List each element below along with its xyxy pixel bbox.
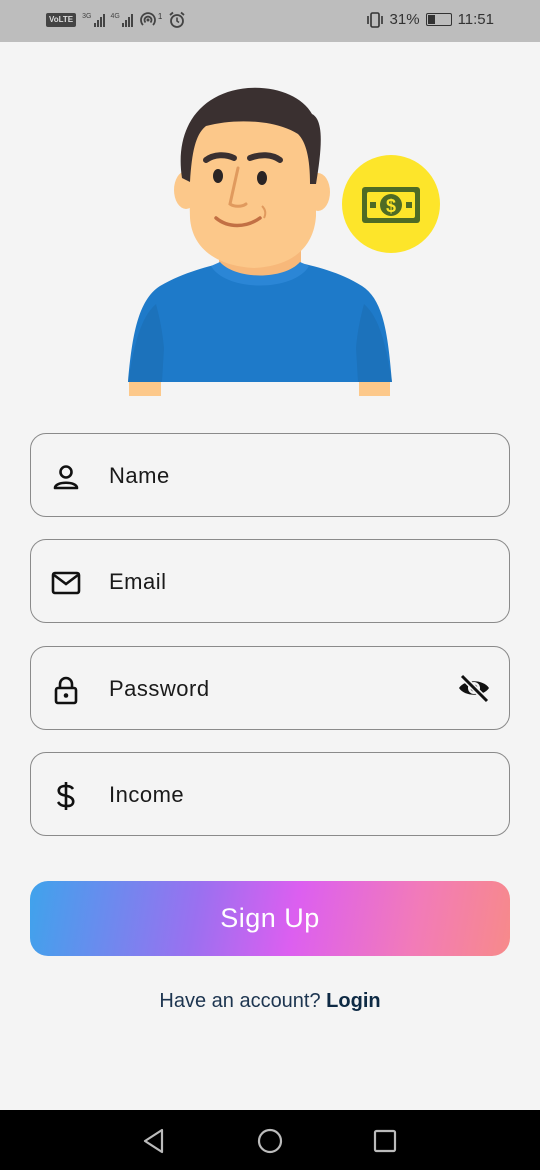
svg-text:$: $ — [386, 196, 396, 216]
dollar-bill-icon: $ — [362, 187, 420, 223]
hotspot-icon — [140, 12, 156, 26]
income-field[interactable] — [30, 752, 510, 836]
email-field[interactable] — [30, 539, 510, 623]
email-input[interactable] — [109, 560, 439, 604]
hotspot-count: 1 — [157, 11, 163, 21]
home-icon[interactable] — [256, 1127, 284, 1155]
recents-icon[interactable] — [371, 1127, 399, 1155]
system-nav-bar — [0, 1110, 540, 1170]
login-link[interactable]: Login — [326, 990, 380, 1012]
lock-icon — [54, 676, 78, 705]
battery-icon — [425, 13, 452, 26]
volte-icon: VoLTE — [46, 13, 77, 27]
clock-time: 11:51 — [457, 11, 494, 28]
visibility-off-icon[interactable] — [457, 673, 491, 703]
mail-icon — [51, 571, 81, 595]
status-right: 31% 11:51 — [366, 11, 494, 28]
status-bar: VoLTE 3G 4G 1 31% 11:51 — [0, 0, 540, 42]
income-input[interactable] — [109, 773, 439, 817]
person-icon — [53, 465, 79, 490]
alarm-icon — [169, 11, 185, 28]
battery-percent: 31% — [389, 11, 420, 28]
signal-3g-icon: 3G — [82, 13, 105, 27]
password-field[interactable] — [30, 646, 510, 730]
have-account-row: Have an account? Login — [0, 990, 540, 1013]
status-left: VoLTE 3G 4G 1 — [46, 11, 186, 29]
name-field[interactable] — [30, 433, 510, 517]
signal-4g-icon: 4G — [111, 13, 133, 27]
signup-button[interactable]: Sign Up — [30, 881, 510, 956]
dollar-icon — [56, 782, 75, 810]
vibrate-icon — [366, 11, 383, 28]
money-badge: $ — [342, 155, 440, 253]
password-input[interactable] — [109, 667, 439, 711]
have-account-text: Have an account? — [159, 990, 327, 1012]
back-icon[interactable] — [140, 1127, 168, 1155]
name-input[interactable] — [109, 454, 439, 498]
